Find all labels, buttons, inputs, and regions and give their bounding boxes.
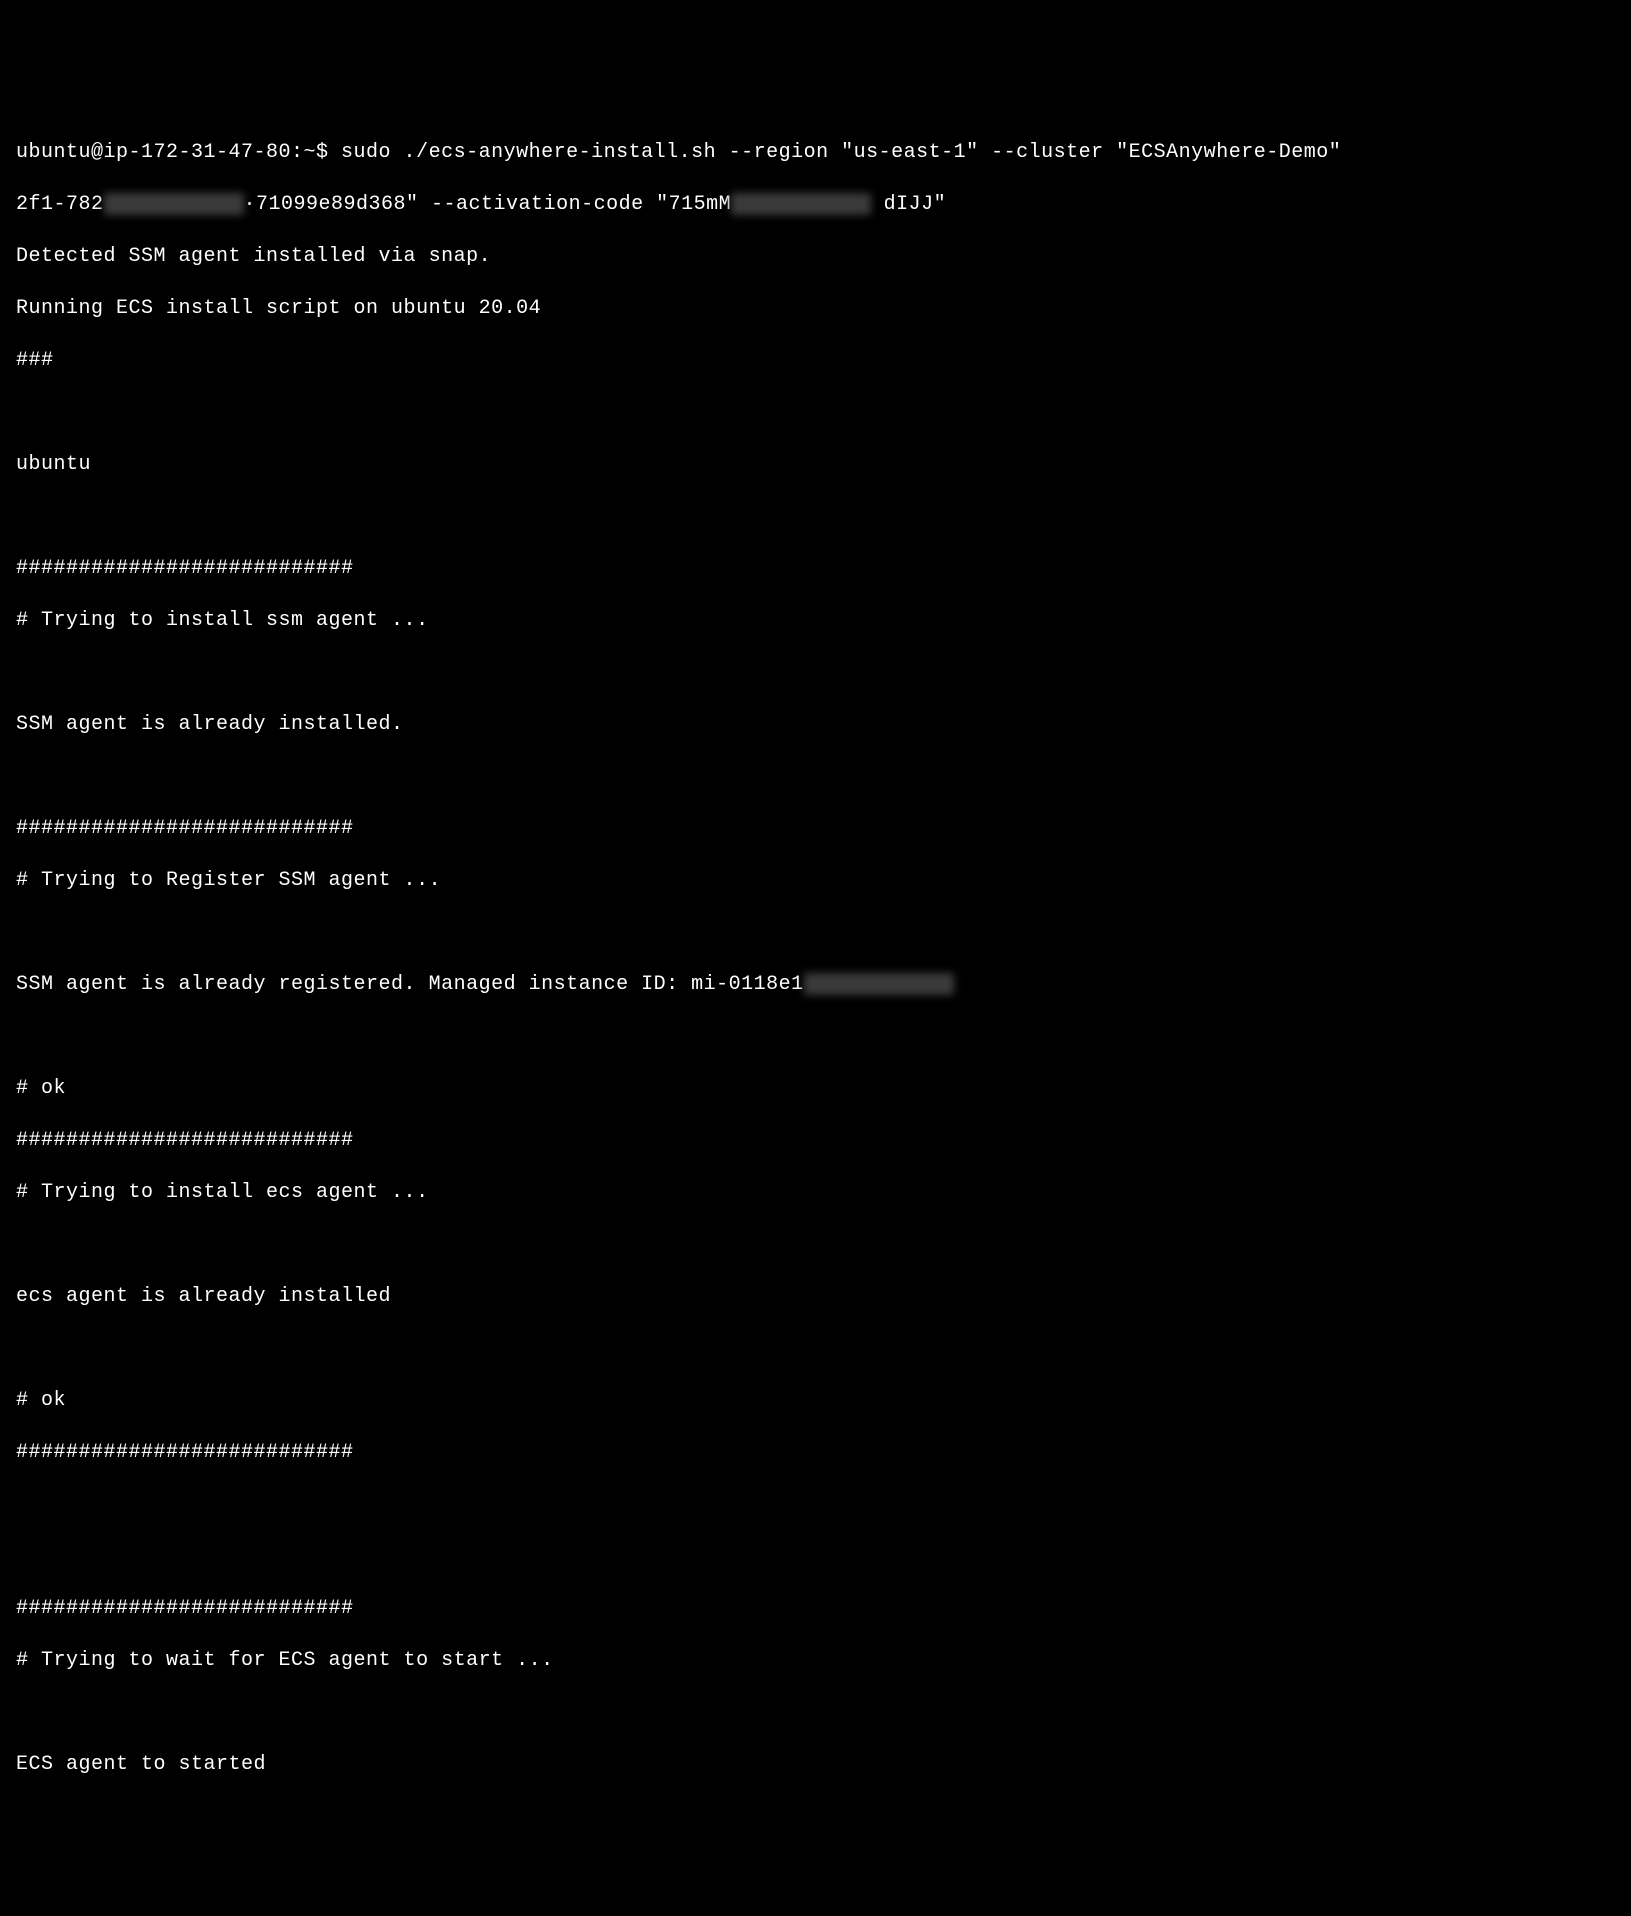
ecs-install-heading: # Trying to install ecs agent ... (16, 1180, 1615, 1206)
ssm-install-heading: # Trying to install ssm agent ... (16, 608, 1615, 634)
terminal-window[interactable]: ubuntu@ip-172-31-47-80:~$ sudo ./ecs-any… (16, 114, 1615, 1804)
ssm-registered-status: SSM agent is already registered. Managed… (16, 972, 1615, 998)
separator: ########################### (16, 556, 1615, 582)
ok-status: # ok (16, 1388, 1615, 1414)
ecs-wait-heading: # Trying to wait for ECS agent to start … (16, 1648, 1615, 1674)
blank-line (16, 1492, 1615, 1518)
blank-line (16, 504, 1615, 530)
output-hashes: ### (16, 348, 1615, 374)
cmd-part-c: dIJJ" (871, 193, 946, 216)
cmd-part-b: ·71099e89d368" --activation-code "715mM (244, 193, 732, 216)
blank-line (16, 1024, 1615, 1050)
command-line-1: ubuntu@ip-172-31-47-80:~$ sudo ./ecs-any… (16, 140, 1615, 166)
blank-line (16, 1700, 1615, 1726)
output-detected: Detected SSM agent installed via snap. (16, 244, 1615, 270)
ssm-registered-text: SSM agent is already registered. Managed… (16, 973, 804, 996)
redacted-instance-id: XXXXXXXXXXXX (804, 973, 954, 995)
separator: ########################### (16, 1596, 1615, 1622)
output-running: Running ECS install script on ubuntu 20.… (16, 296, 1615, 322)
cmd-part-a: 2f1-782 (16, 193, 104, 216)
blank-line (16, 920, 1615, 946)
ok-status: # ok (16, 1076, 1615, 1102)
blank-line (16, 764, 1615, 790)
blank-line (16, 1232, 1615, 1258)
ssm-register-heading: # Trying to Register SSM agent ... (16, 868, 1615, 894)
blank-line (16, 1544, 1615, 1570)
redacted-activation-code: XXXXXXXXXXX (731, 193, 871, 215)
blank-line (16, 660, 1615, 686)
command-line-2: 2f1-782XXXXXXXXXXX·71099e89d368" --activ… (16, 192, 1615, 218)
blank-line (16, 1336, 1615, 1362)
output-ubuntu: ubuntu (16, 452, 1615, 478)
ecs-installed-status: ecs agent is already installed (16, 1284, 1615, 1310)
separator: ########################### (16, 816, 1615, 842)
blank-line (16, 400, 1615, 426)
ecs-started-status: ECS agent to started (16, 1752, 1615, 1778)
ssm-installed-status: SSM agent is already installed. (16, 712, 1615, 738)
redacted-activation-id: XXXXXXXXXXX (104, 193, 244, 215)
separator: ########################### (16, 1128, 1615, 1154)
separator: ########################### (16, 1440, 1615, 1466)
